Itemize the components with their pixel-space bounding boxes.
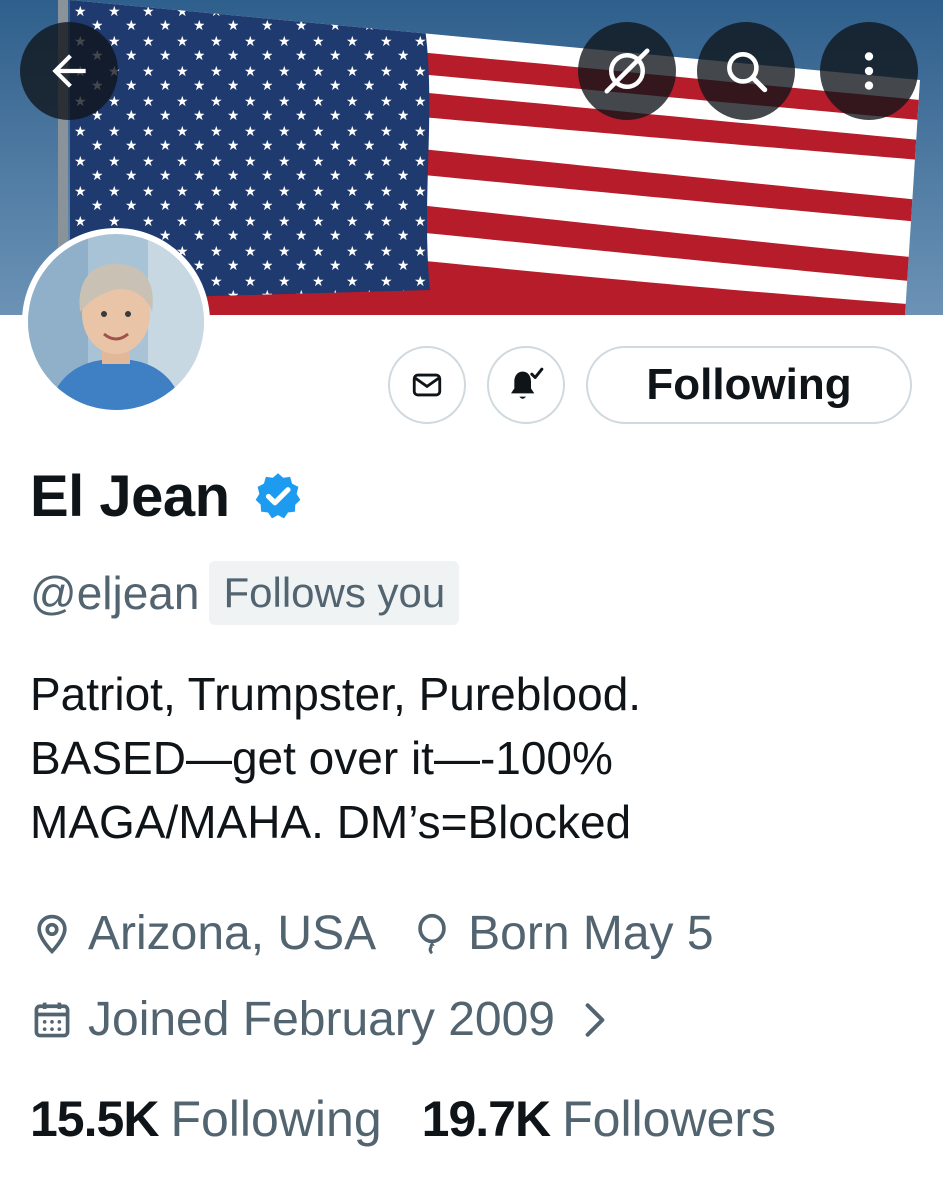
envelope-icon xyxy=(412,373,442,397)
following-button[interactable]: Following xyxy=(586,346,912,424)
bio-line: Patriot, Trumpster, Pureblood. xyxy=(30,668,642,720)
profile-bio: Patriot, Trumpster, Pureblood. BASED—get… xyxy=(30,662,910,854)
profile-meta-row: Arizona, USA Born May 5 xyxy=(30,906,714,961)
search-icon xyxy=(727,52,768,93)
back-button[interactable] xyxy=(20,22,118,120)
profile-name-row: El Jean xyxy=(30,458,304,534)
arrow-left-icon xyxy=(52,54,86,88)
following-count: 15.5K xyxy=(30,1091,159,1147)
profile-name: El Jean xyxy=(30,463,230,529)
handle-row: @eljean Follows you xyxy=(30,560,460,626)
following-button-label: Following xyxy=(646,360,852,409)
grok-icon xyxy=(604,48,650,94)
balloon-icon xyxy=(410,912,454,956)
notification-button[interactable] xyxy=(487,346,565,424)
location-pin-icon xyxy=(30,912,74,956)
search-button[interactable] xyxy=(697,22,795,120)
more-button[interactable] xyxy=(820,22,918,120)
follows-you-badge: Follows you xyxy=(209,561,460,625)
bio-line: MAGA/MAHA. DM’s=Blocked xyxy=(30,796,632,848)
profile-handle: @eljean xyxy=(30,567,200,619)
chevron-right-icon xyxy=(577,998,613,1042)
avatar[interactable] xyxy=(22,228,210,416)
verified-badge-icon[interactable] xyxy=(252,470,304,522)
grok-button[interactable] xyxy=(578,22,676,120)
profile-birthday: Born May 5 xyxy=(468,907,714,960)
profile-stats: 15.5K Following 19.7K Followers xyxy=(30,1090,776,1148)
profile-joined: Joined February 2009 xyxy=(88,993,555,1046)
joined-row[interactable]: Joined February 2009 xyxy=(30,992,627,1047)
calendar-icon xyxy=(30,998,74,1042)
followers-count: 19.7K xyxy=(421,1091,551,1147)
following-label: Following xyxy=(170,1091,382,1147)
followers-label: Followers xyxy=(562,1091,777,1147)
followers-stat[interactable]: 19.7K Followers xyxy=(422,1090,776,1148)
bio-line: BASED—get over it—-100% xyxy=(30,732,613,784)
more-vertical-icon xyxy=(864,52,874,90)
following-stat[interactable]: 15.5K Following xyxy=(30,1090,382,1148)
profile-location: Arizona, USA xyxy=(88,907,377,960)
avatar-image xyxy=(28,234,204,410)
bell-check-icon xyxy=(511,367,544,399)
message-button[interactable] xyxy=(388,346,466,424)
